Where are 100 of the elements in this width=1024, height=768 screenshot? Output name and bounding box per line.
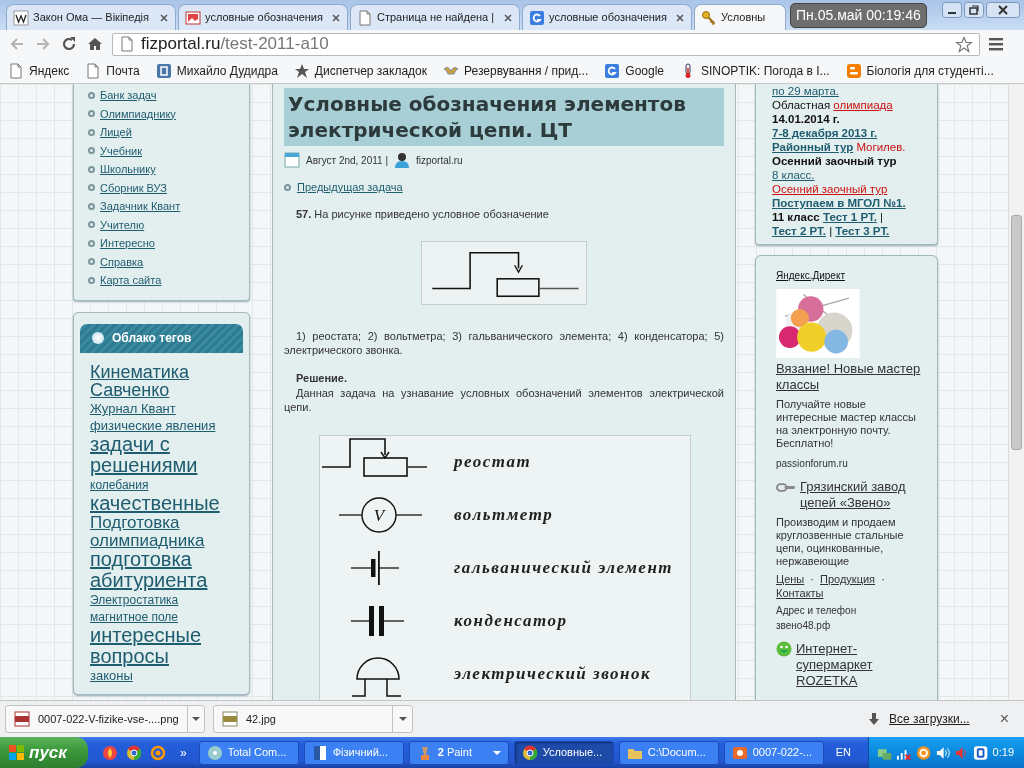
news-link[interactable]: Тест 2 РТ. xyxy=(772,225,826,237)
google-icon xyxy=(604,62,621,79)
news-link[interactable]: по 29 марта. xyxy=(772,85,839,97)
news-text: 11 класс xyxy=(772,211,820,223)
ad-link[interactable]: Продукция xyxy=(820,573,876,585)
bookmark[interactable]: SINOPTIK: Погода в І... xyxy=(680,61,830,80)
flame-icon[interactable] xyxy=(102,744,118,761)
bullet-icon xyxy=(88,239,95,247)
taskbar-button[interactable]: C:\Docum... xyxy=(618,740,719,765)
menu-link[interactable]: Учебник xyxy=(100,142,143,159)
bookmark[interactable]: Диспетчер закладок xyxy=(293,61,428,80)
news-link[interactable]: олимпиада xyxy=(833,99,893,111)
tag-link[interactable]: задачи с решениями xyxy=(90,433,233,476)
tag-link[interactable]: Электростатика xyxy=(90,594,179,607)
menu-link[interactable]: Задачник Квант xyxy=(100,198,181,215)
browser-tab[interactable]: Закон Ома — Вікіпедія xyxy=(6,4,176,30)
tag-link[interactable]: магнитное поле xyxy=(90,611,179,624)
bookmark[interactable]: Біологія для студенті... xyxy=(845,61,994,80)
close-icon[interactable] xyxy=(331,12,341,23)
tag-link[interactable]: подготовка абитуриента xyxy=(90,549,233,592)
address-bar[interactable]: fizportal.ru/test-2011-a10 xyxy=(112,32,980,56)
minimize-button[interactable] xyxy=(942,2,962,18)
tag-link[interactable]: Подготовка олимпиадника xyxy=(90,513,233,550)
browser-tab[interactable]: Страница не найдена | xyxy=(350,4,520,30)
reload-button[interactable] xyxy=(60,36,78,52)
tag-link[interactable]: Савченко xyxy=(90,381,170,401)
news-link[interactable]: 7-8 декабря 2013 г. xyxy=(772,127,878,139)
tag-link[interactable]: физические явления xyxy=(90,419,216,433)
ad-link[interactable]: Цены xyxy=(776,573,805,585)
ads-label[interactable]: Яндекс.Директ xyxy=(776,270,845,281)
volume-icon[interactable] xyxy=(934,744,951,761)
star-icon[interactable] xyxy=(955,35,973,53)
separator-dot: · xyxy=(881,573,885,585)
bullet-icon xyxy=(88,110,95,118)
ad-title[interactable]: Интернет-супермаркет ROZETKA xyxy=(796,641,929,689)
news-text: Могилев. xyxy=(856,141,906,153)
language-indicator[interactable]: EN xyxy=(835,744,851,761)
user-icon xyxy=(394,152,410,168)
ring-icon[interactable] xyxy=(915,744,931,761)
browser-tab[interactable]: условные обозначения xyxy=(522,4,692,30)
home-button[interactable] xyxy=(86,36,104,52)
bookmark[interactable]: Почта xyxy=(85,61,140,80)
tag-link[interactable]: качественные xyxy=(90,492,220,514)
menu-icon[interactable] xyxy=(988,36,1004,52)
taskbar-button[interactable]: Фізичний... xyxy=(303,740,404,765)
news-link[interactable]: 8 класс. xyxy=(772,169,815,181)
tag-link[interactable]: Кинематика xyxy=(90,362,190,382)
ad-title[interactable]: Вязание! Новые мастер классы xyxy=(776,361,929,393)
more-button[interactable]: » xyxy=(180,743,187,762)
ad-title[interactable]: Грязинский завод цепей «Звено» xyxy=(800,479,929,511)
star-icon xyxy=(293,62,310,79)
news-link[interactable]: Тест 1 РТ. xyxy=(822,211,877,223)
menu-link[interactable]: Школьнику xyxy=(100,161,156,178)
news-link[interactable]: Районный тур xyxy=(772,141,854,153)
browser-tab[interactable]: Условны xyxy=(694,4,786,30)
caret-icon xyxy=(492,750,501,755)
taskbar-button[interactable]: 0007-022-... xyxy=(723,740,824,765)
previous-link[interactable]: Предыдущая задача xyxy=(297,179,403,196)
close-button[interactable] xyxy=(986,2,1020,18)
windows-logo-icon xyxy=(8,744,25,761)
menu-link[interactable]: Сборник ВУЗ xyxy=(100,179,167,196)
close-icon[interactable] xyxy=(675,12,685,23)
all-downloads-link[interactable]: Все загрузки... xyxy=(889,710,970,728)
scrollbar-thumb[interactable] xyxy=(1011,215,1022,450)
chrome-icon[interactable] xyxy=(126,744,142,761)
bullet-icon xyxy=(88,202,95,210)
start-button[interactable]: пуск xyxy=(0,737,88,768)
close-icon[interactable] xyxy=(503,12,513,23)
article-title: Условные обозначения элементов электрической цепи. ЦТ xyxy=(284,88,724,146)
menu-link[interactable]: Интересно xyxy=(100,235,155,252)
menu-link[interactable]: Олимпиаднику xyxy=(100,105,176,122)
tag-link[interactable]: Журнал Квант xyxy=(90,402,176,416)
post-date: Август 2nd, 2011 | xyxy=(306,153,388,168)
browser-tab[interactable]: условные обозначения xyxy=(178,4,348,30)
taskbar-button[interactable]: Total Com... xyxy=(198,740,299,765)
taskbar-button[interactable]: 2 Paint xyxy=(408,740,509,765)
bookmark[interactable]: Михайло Дудидра xyxy=(155,61,278,80)
menu-link[interactable]: Учителю xyxy=(100,216,145,233)
bookmark[interactable]: Резервування / прид... xyxy=(443,61,589,80)
close-button[interactable]: × xyxy=(999,707,1009,731)
ad-link[interactable]: Контакты xyxy=(776,587,824,599)
menu-link[interactable]: Лицей xyxy=(100,124,132,141)
tag-link[interactable]: интересные вопросы xyxy=(90,624,233,667)
menu-link[interactable]: Карта сайта xyxy=(100,272,162,289)
wiki-page-icon xyxy=(13,9,29,26)
taskbar-button[interactable]: Условные... xyxy=(513,740,614,765)
bookmark[interactable]: Google xyxy=(604,61,664,80)
news-link[interactable]: Осенний заочный тур xyxy=(772,183,888,195)
scrollbar[interactable] xyxy=(1008,84,1024,700)
news-link[interactable]: Поступаем в МГОЛ №1. xyxy=(772,197,906,209)
menu-link[interactable]: Банк задач xyxy=(100,87,157,104)
bookmark[interactable]: Яндекс xyxy=(8,61,70,80)
restore-button[interactable] xyxy=(964,2,984,18)
chain-icon xyxy=(776,481,796,494)
close-icon[interactable] xyxy=(159,12,169,23)
news-link[interactable]: Тест 3 РТ. xyxy=(835,225,890,237)
menu-link[interactable]: Справка xyxy=(100,253,144,270)
tag-link[interactable]: колебания xyxy=(90,478,149,492)
tag-link[interactable]: законы xyxy=(90,668,133,683)
symbol-label: конденсатор xyxy=(454,610,568,633)
